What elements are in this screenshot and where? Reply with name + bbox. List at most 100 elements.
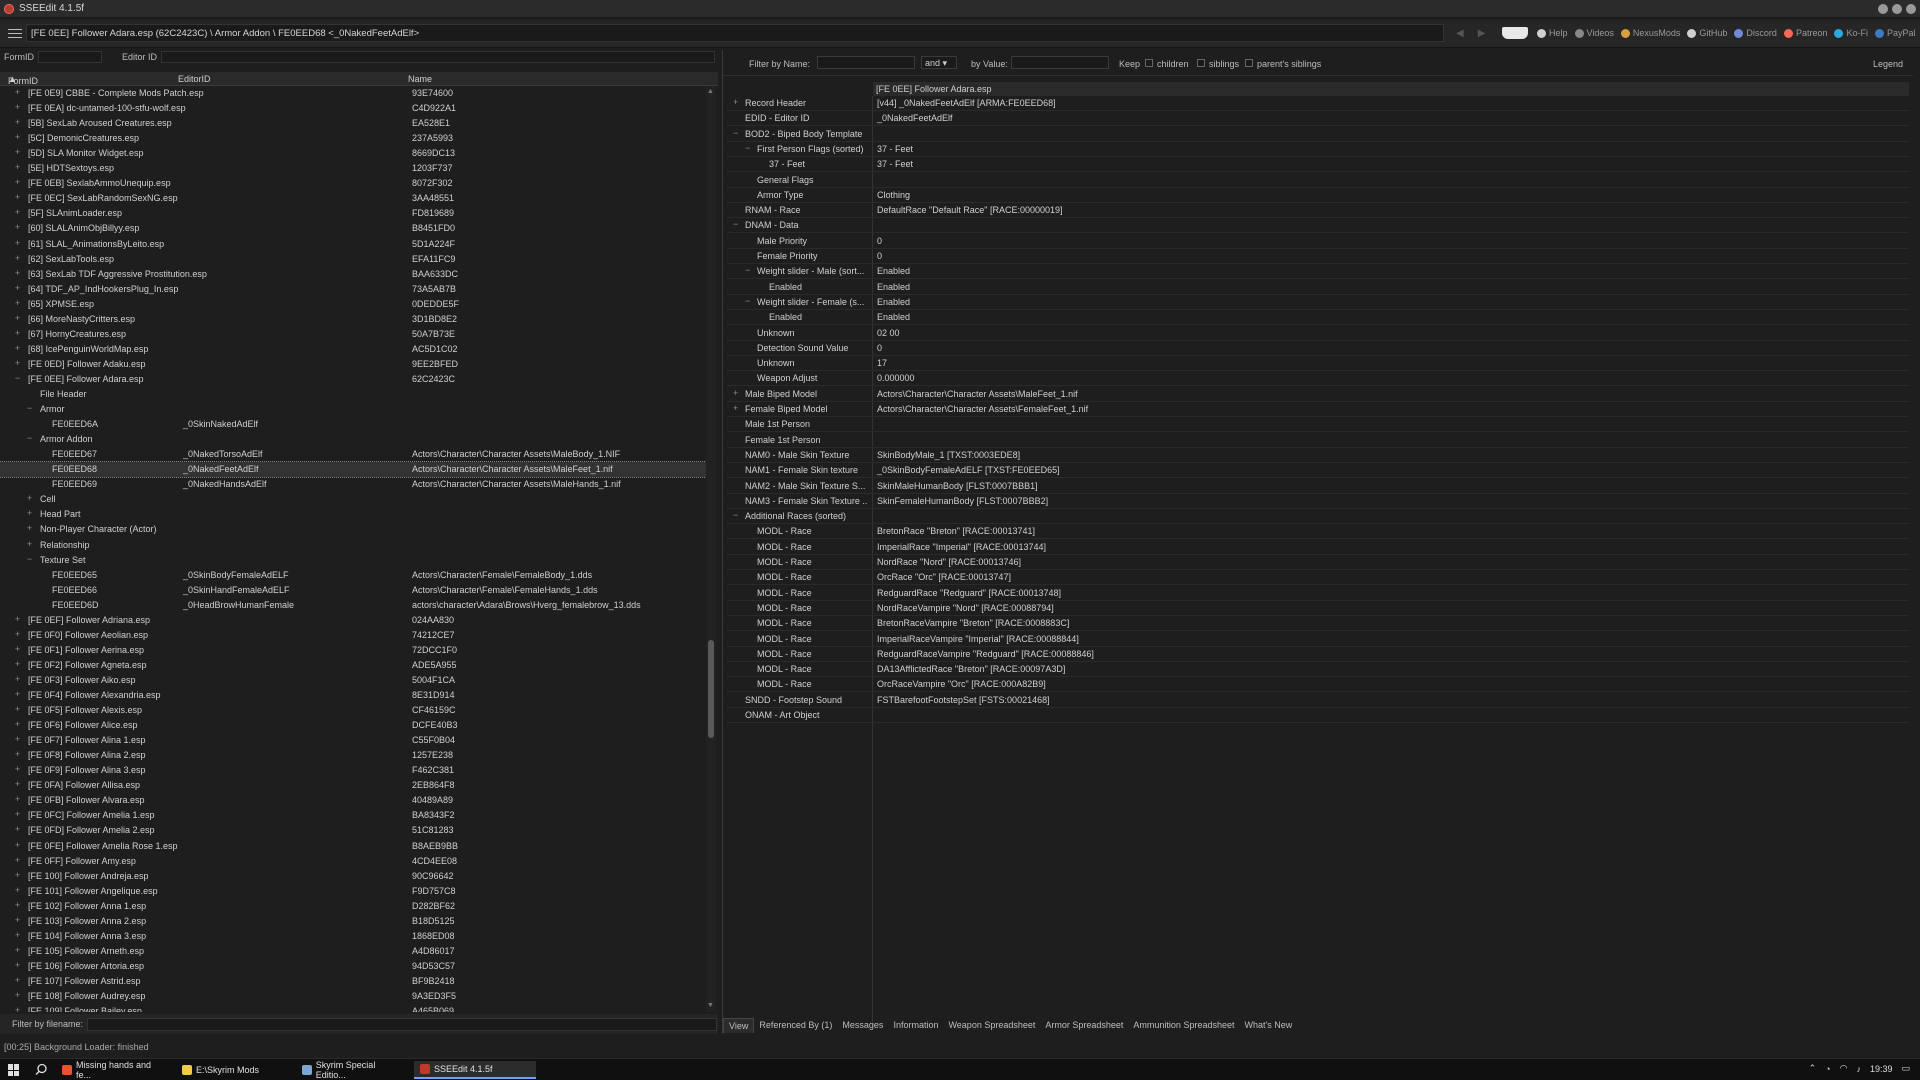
tree-row[interactable]: + [FE 0EB] SexlabAmmoUnequip.esp 8072F302 — [0, 176, 706, 191]
collapse-icon[interactable]: − — [25, 403, 34, 415]
expand-icon[interactable]: + — [13, 614, 22, 626]
record-row[interactable]: MODL - Race ImperialRace "Imperial" [RACE… — [727, 540, 1909, 555]
record-field-value[interactable]: ImperialRaceVampire "Imperial" [RACE:000… — [877, 634, 1079, 644]
record-field-value[interactable]: Clothing — [877, 190, 910, 200]
tab-armor-spreadsheet[interactable]: Armor Spreadsheet — [1040, 1018, 1128, 1032]
expand-icon[interactable]: + — [13, 283, 22, 295]
record-field-value[interactable]: OrcRaceVampire "Orc" [RACE:000A82B9] — [877, 679, 1046, 689]
record-field-value[interactable]: [v44] _0NakedFeetAdElf [ARMA:FE0EED68] — [877, 98, 1056, 108]
nav-arrows[interactable]: ◀▶ — [1456, 28, 1499, 39]
expand-icon[interactable]: + — [733, 388, 738, 398]
expand-icon[interactable]: + — [13, 915, 22, 927]
expand-icon[interactable]: + — [25, 493, 34, 505]
tree-row[interactable]: + [5D] SLA Monitor Widget.esp 8669DC13 — [0, 146, 706, 161]
editorid-input[interactable] — [161, 51, 716, 63]
record-field-value[interactable]: SkinFemaleHumanBody [FLST:0007BBB2] — [877, 496, 1048, 506]
expand-icon[interactable]: + — [13, 222, 22, 234]
tree-row[interactable]: + [FE 0FC] Follower Amelia 1.esp BA8343F2 — [0, 808, 706, 823]
expand-icon[interactable]: + — [13, 268, 22, 280]
record-row[interactable]: MODL - Race NordRaceVampire "Nord" [RACE:… — [727, 601, 1909, 616]
tab-messages[interactable]: Messages — [837, 1018, 888, 1032]
scroll-thumb[interactable] — [708, 640, 714, 738]
expand-icon[interactable]: + — [13, 238, 22, 250]
clock[interactable]: 19:39 — [1870, 1064, 1893, 1074]
tree-row[interactable]: + [FE 108] Follower Audrey.esp 9A3ED3F5 — [0, 989, 706, 1004]
tree-row[interactable]: + [FE 0F4] Follower Alexandria.esp 8E31D91… — [0, 688, 706, 703]
tree-row[interactable]: + [FE 100] Follower Andreja.esp 90C96642 — [0, 869, 706, 884]
tree-row[interactable]: + [5C] DemonicCreatures.esp 237A5993 — [0, 131, 706, 146]
record-field-value[interactable]: DefaultRace "Default Race" [RACE:0000001… — [877, 205, 1063, 215]
volume-icon[interactable]: ♪ — [1856, 1064, 1861, 1074]
record-row[interactable]: 37 - Feet 37 - Feet — [727, 157, 1909, 173]
record-row[interactable]: Enabled Enabled — [727, 280, 1909, 295]
expand-icon[interactable]: + — [13, 328, 22, 340]
expand-icon[interactable]: + — [13, 207, 22, 219]
expand-icon[interactable]: + — [733, 403, 738, 413]
col-formid[interactable]: FormID ▲ — [8, 74, 38, 86]
tree-row[interactable]: + [FE 0F8] Follower Alina 2.esp 1257E238 — [0, 748, 706, 763]
record-row[interactable]: Armor Type Clothing — [727, 188, 1909, 203]
expand-icon[interactable]: + — [13, 1005, 22, 1012]
tab-weapon-spreadsheet[interactable]: Weapon Spreadsheet — [943, 1018, 1040, 1032]
record-row[interactable]: Detection Sound Value 0 — [727, 341, 1909, 356]
hamburger-menu-icon[interactable] — [8, 29, 22, 39]
expand-icon[interactable]: + — [13, 192, 22, 204]
record-row[interactable]: MODL - Race OrcRaceVampire "Orc" [RACE:00… — [727, 677, 1909, 693]
record-field-value[interactable]: DA13AfflictedRace "Breton" [RACE:00097A3… — [877, 664, 1065, 674]
wifi-icon[interactable]: ◠ — [1840, 1063, 1848, 1074]
tree-row[interactable]: FE0EED6A _0SkinNakedAdElf — [0, 417, 706, 432]
record-row[interactable]: NAM3 - Female Skin Texture ... SkinFemale… — [727, 494, 1909, 509]
record-row[interactable]: − Additional Races (sorted) — [727, 509, 1909, 525]
forward-arrow-icon[interactable]: ▶ — [1478, 28, 1500, 39]
parents-siblings-checkbox[interactable] — [1245, 59, 1253, 67]
tree-row[interactable]: + [64] TDF_AP_IndHookersPlug_In.esp 73A5AB… — [0, 282, 706, 297]
tree-row[interactable]: + [FE 107] Follower Astrid.esp BF9B2418 — [0, 974, 706, 989]
record-field-value[interactable]: 0.000000 — [877, 373, 915, 383]
record-row[interactable]: NAM2 - Male Skin Texture S... SkinMaleHum… — [727, 479, 1909, 494]
filename-filter-input[interactable] — [87, 1017, 718, 1031]
tree-row[interactable]: + [60] SLALAnimObjBillyy.esp B8451FD0 — [0, 221, 706, 236]
record-row[interactable]: − DNAM - Data — [727, 218, 1909, 234]
record-row[interactable]: + Female Biped Model Actors\Character\Char… — [727, 402, 1909, 417]
expand-icon[interactable]: + — [13, 343, 22, 355]
record-path-field[interactable]: [FE 0EE] Follower Adara.esp (62C2423C) \… — [26, 24, 1444, 42]
tree-row[interactable]: FE0EED65 _0SkinBodyFemaleAdELF Actors\Char… — [0, 568, 706, 583]
toplink-videos[interactable]: Videos — [1574, 28, 1614, 38]
plugin-tree[interactable]: + [FE 0E9] CBBE - Complete Mods Patch.esp… — [0, 86, 706, 1012]
record-field-value[interactable]: Enabled — [877, 312, 910, 322]
record-row[interactable]: ONAM - Art Object — [727, 708, 1909, 723]
tree-row[interactable]: + [68] IcePenguinWorldMap.esp AC5D1C02 — [0, 342, 706, 357]
record-field-value[interactable]: 37 - Feet — [877, 159, 913, 169]
taskbar-item[interactable]: Skyrim Special Editio... — [296, 1060, 412, 1080]
tree-row[interactable]: + [FE 0FD] Follower Amelia 2.esp 51C81283 — [0, 823, 706, 838]
record-field-value[interactable]: RedguardRace "Redguard" [RACE:00013748] — [877, 588, 1061, 598]
tree-row[interactable]: + [FE 104] Follower Anna 3.esp 1868ED08 — [0, 929, 706, 944]
filter-name-input[interactable] — [817, 56, 915, 69]
tree-row[interactable]: + [FE 0F7] Follower Alina 1.esp C55F0B04 — [0, 733, 706, 748]
record-field-value[interactable]: Enabled — [877, 282, 910, 292]
tree-row[interactable]: + Cell — [0, 492, 706, 507]
tree-scrollbar[interactable]: ▲ ▼ — [706, 86, 716, 1012]
expand-icon[interactable]: + — [13, 900, 22, 912]
tree-row[interactable]: + [FE 0EF] Follower Adriana.esp 024AA830 — [0, 613, 706, 628]
record-row[interactable]: MODL - Race BretonRace "Breton" [RACE:000… — [727, 524, 1909, 540]
toplink-patreon[interactable]: Patreon — [1783, 28, 1827, 38]
record-row[interactable]: Unknown 17 — [727, 356, 1909, 372]
tree-row[interactable]: + [61] SLAL_AnimationsByLeito.esp 5D1A224F — [0, 237, 706, 252]
record-field-value[interactable]: SkinMaleHumanBody [FLST:0007BBB1] — [877, 481, 1038, 491]
tree-row[interactable]: − Armor — [0, 402, 706, 417]
tree-row[interactable]: + [FE 103] Follower Anna 2.esp B18D5125 — [0, 914, 706, 929]
record-row[interactable]: Female 1st Person — [727, 433, 1909, 448]
record-field-value[interactable]: _0SkinBodyFemaleAdELF [TXST:FE0EED65] — [877, 465, 1060, 475]
collapse-icon[interactable]: − — [745, 143, 750, 153]
taskbar-item[interactable]: E:\Skyrim Mods — [176, 1061, 294, 1079]
expand-icon[interactable]: + — [13, 704, 22, 716]
collapse-icon[interactable]: − — [25, 554, 34, 566]
record-row[interactable]: Weapon Adjust 0.000000 — [727, 371, 1909, 387]
record-row[interactable]: MODL - Race BretonRaceVampire "Breton" [R… — [727, 616, 1909, 632]
record-row[interactable]: MODL - Race OrcRace "Orc" [RACE:00013747] — [727, 570, 1909, 586]
tab-view[interactable]: View — [723, 1017, 755, 1033]
minimize-button[interactable] — [1878, 4, 1888, 14]
tree-row[interactable]: + [FE 0FB] Follower Alvara.esp 40489A89 — [0, 793, 706, 808]
tab-what-s-new[interactable]: What's New — [1239, 1018, 1297, 1032]
